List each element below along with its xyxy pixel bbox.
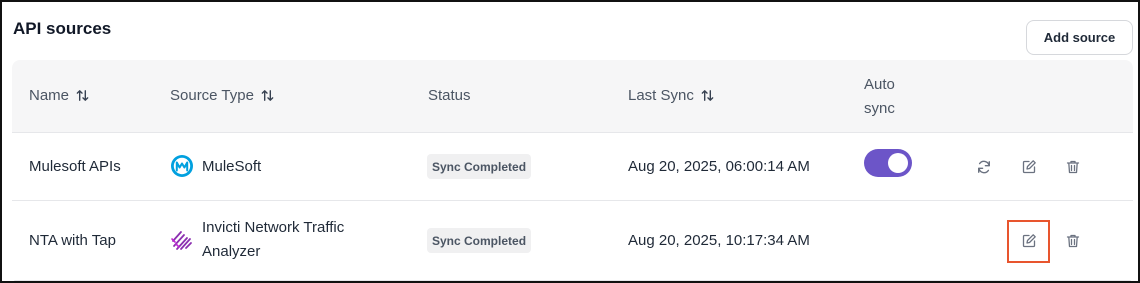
row-source-type: MuleSoft xyxy=(170,154,261,178)
edit-icon xyxy=(1022,160,1036,174)
column-label: Last Sync xyxy=(628,87,694,104)
row-last-sync: Aug 20, 2025, 10:17:34 AM xyxy=(628,232,810,249)
mulesoft-logo-icon xyxy=(171,155,193,177)
table-row: NTA with Tap Invicti Network Traffic Ana… xyxy=(12,201,1133,281)
page-title: API sources xyxy=(13,19,112,38)
edit-source-button[interactable] xyxy=(1018,156,1040,178)
sort-icon[interactable] xyxy=(260,88,275,103)
status-badge: Sync Completed xyxy=(427,228,532,253)
row-last-sync: Aug 20, 2025, 06:00:14 AM xyxy=(628,158,810,175)
source-type-line: Analyzer xyxy=(202,243,261,260)
sort-icon[interactable] xyxy=(700,88,715,103)
api-sources-panel: API sources Add source Name Source Type … xyxy=(0,0,1140,283)
sort-icon[interactable] xyxy=(75,88,90,103)
delete-source-button[interactable] xyxy=(1062,230,1084,252)
column-header-status: Status xyxy=(428,87,471,104)
source-type-label: Invicti Network Traffic Analyzer xyxy=(202,216,344,264)
edit-source-button[interactable] xyxy=(1018,230,1040,252)
delete-icon xyxy=(1066,234,1080,248)
sync-now-button[interactable] xyxy=(973,156,995,178)
auto-sync-toggle[interactable] xyxy=(864,149,912,177)
row-name: Mulesoft APIs xyxy=(29,158,121,175)
sync-icon xyxy=(978,160,990,174)
api-sources-table: Name Source Type Status Last Sync Auto s… xyxy=(12,60,1133,283)
column-header-last-sync[interactable]: Last Sync xyxy=(628,87,715,104)
column-header-auto-sync: Auto sync xyxy=(864,73,916,121)
table-row: Mulesoft APIs MuleSoft Sync Completed Au… xyxy=(12,133,1133,201)
toggle-knob xyxy=(888,153,908,173)
row-name: NTA with Tap xyxy=(29,232,116,249)
column-label: Auto sync xyxy=(864,76,895,117)
column-label: Status xyxy=(428,87,471,104)
source-type-line: Invicti Network Traffic xyxy=(202,219,345,236)
delete-source-button[interactable] xyxy=(1062,156,1084,178)
delete-icon xyxy=(1066,160,1080,174)
column-label: Source Type xyxy=(170,87,254,104)
row-source-type: Invicti Network Traffic Analyzer xyxy=(170,216,344,264)
column-label: Name xyxy=(29,87,70,104)
invicti-nta-logo-icon xyxy=(171,231,192,250)
source-type-label: MuleSoft xyxy=(202,157,262,175)
table-header: Name Source Type Status Last Sync Auto s… xyxy=(12,60,1133,133)
add-source-button[interactable]: Add source xyxy=(1026,20,1133,55)
column-header-source-type[interactable]: Source Type xyxy=(170,87,275,104)
status-badge: Sync Completed xyxy=(427,154,532,179)
column-header-name[interactable]: Name xyxy=(29,87,90,104)
edit-icon xyxy=(1022,234,1036,248)
